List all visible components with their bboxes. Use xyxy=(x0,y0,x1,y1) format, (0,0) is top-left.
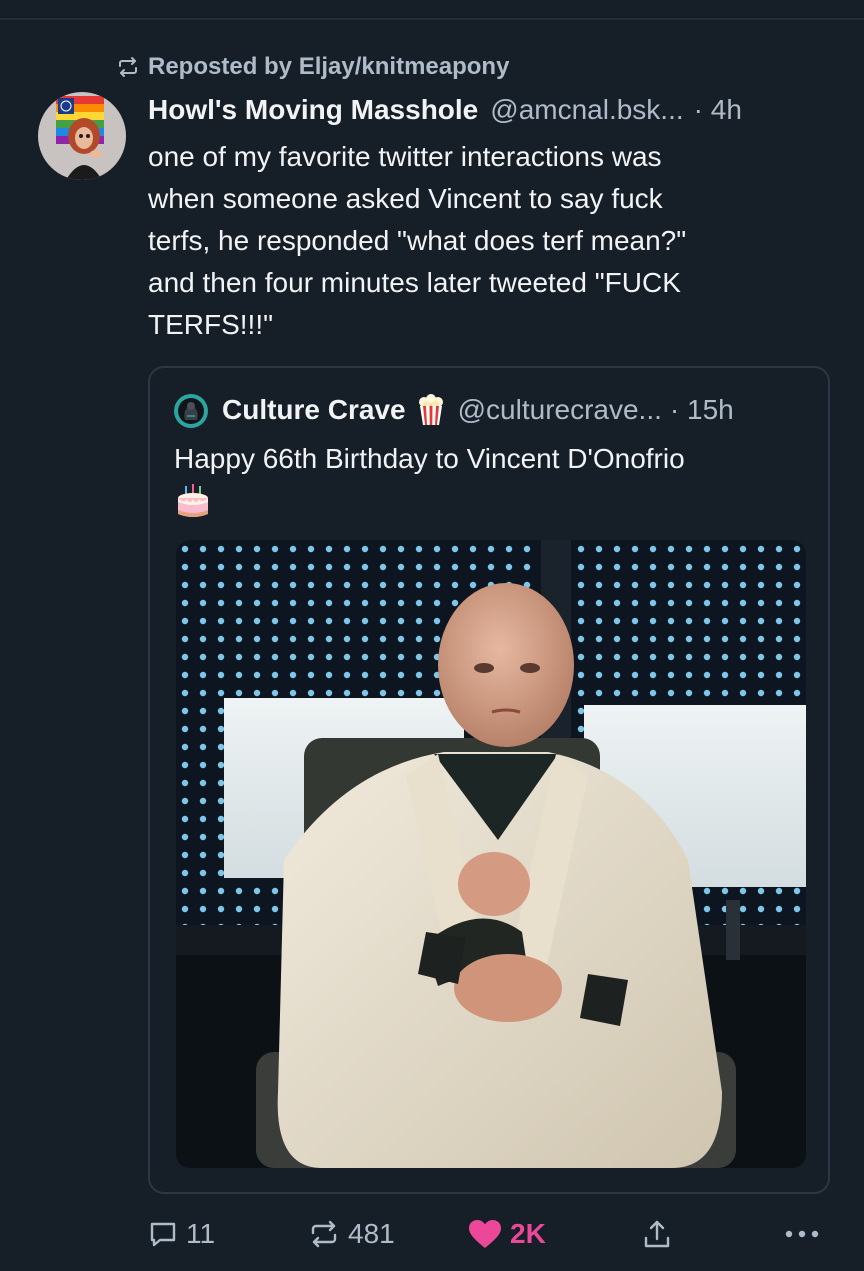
post-timestamp[interactable]: · 4h xyxy=(694,94,742,126)
repost-indicator[interactable]: Reposted by Eljay/knitmeapony xyxy=(116,52,509,82)
reply-count: 11 xyxy=(186,1218,216,1249)
author-handle[interactable]: @amcnal.bsk... xyxy=(490,94,683,126)
post-text: one of my favorite twitter interactions … xyxy=(148,141,687,340)
author-name[interactable]: Howl's Moving Masshole xyxy=(148,94,478,126)
more-options-icon xyxy=(784,1229,820,1239)
repost-button[interactable]: 481 xyxy=(308,1212,395,1256)
quoted-post-header: Culture Crave @culturecrave... · 15h xyxy=(222,390,822,430)
repost-label: Reposted by Eljay/knitmeapony xyxy=(148,53,510,80)
birthday-cake-icon xyxy=(176,483,210,520)
top-divider xyxy=(0,18,864,20)
more-options-button[interactable] xyxy=(784,1212,820,1256)
quoted-author-name[interactable]: Culture Crave xyxy=(222,394,406,426)
post-page: Reposted by Eljay/knitmeapony Howl's Mov… xyxy=(0,0,864,1271)
quoted-author-avatar[interactable] xyxy=(174,394,208,428)
heart-icon xyxy=(468,1219,502,1249)
quoted-post-text: Happy 66th Birthday to Vincent D'Onofrio xyxy=(174,443,685,474)
post-header: Howl's Moving Masshole @amcnal.bsk... · … xyxy=(148,90,838,130)
share-button[interactable] xyxy=(642,1212,672,1256)
like-count: 2K xyxy=(510,1218,546,1249)
post-actions-bar: 11 481 2K xyxy=(148,1212,838,1256)
author-avatar[interactable] xyxy=(38,92,126,180)
quoted-post-timestamp[interactable]: · 15h xyxy=(670,394,734,426)
like-button[interactable]: 2K xyxy=(468,1212,546,1256)
reply-icon xyxy=(148,1219,178,1249)
share-icon xyxy=(642,1218,672,1250)
repost-icon xyxy=(116,55,140,79)
quoted-author-handle[interactable]: @culturecrave... xyxy=(458,394,662,426)
quoted-post-image[interactable] xyxy=(176,540,806,1168)
quoted-post-card[interactable]: Culture Crave @culturecrave... · 15h Hap… xyxy=(148,366,830,1194)
repost-count: 481 xyxy=(348,1218,395,1249)
popcorn-icon xyxy=(418,394,444,426)
reply-button[interactable]: 11 xyxy=(148,1212,215,1256)
repost-action-icon xyxy=(308,1219,340,1249)
